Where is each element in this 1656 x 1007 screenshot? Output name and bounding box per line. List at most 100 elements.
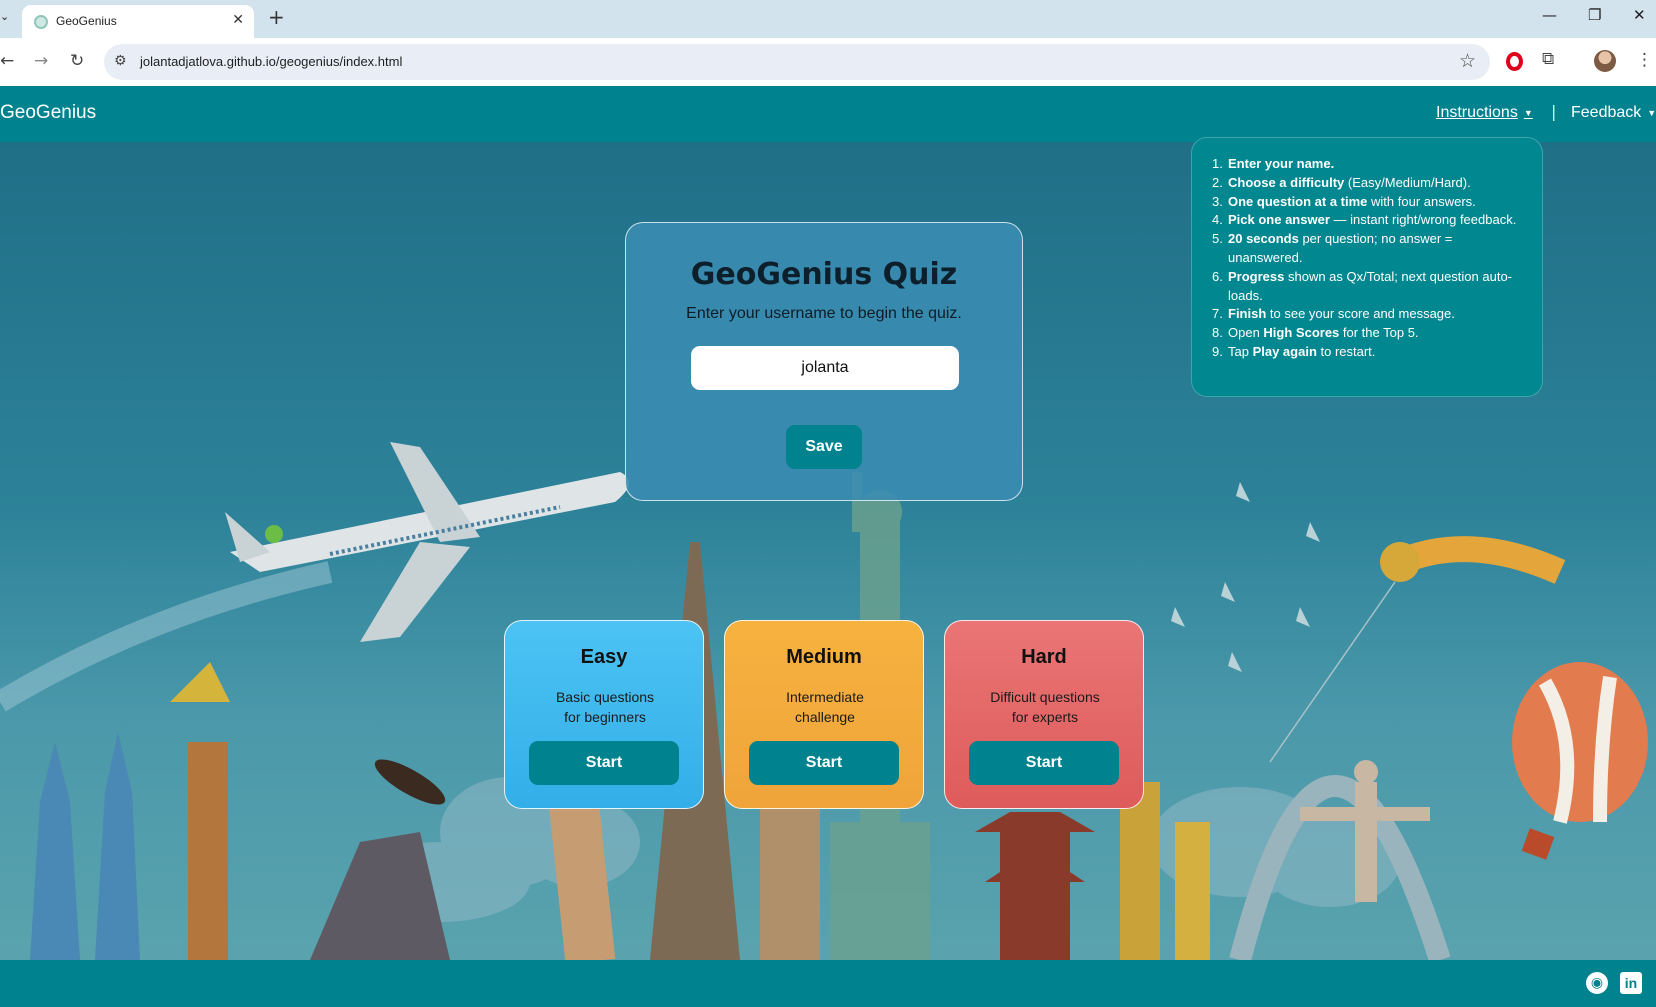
instruction-rest: with four answers. [1367, 193, 1476, 209]
instruction-rest: — instant right/wrong feedback. [1329, 212, 1517, 228]
minimize-icon[interactable]: — [1542, 6, 1557, 24]
instruction-text: Progress shown as Qx/Total; next questio… [1228, 268, 1522, 306]
instruction-bold: Progress [1228, 268, 1285, 284]
difficulty-description: Difficult questions for experts [965, 687, 1125, 727]
start-hard-button[interactable]: Start [969, 741, 1119, 785]
site-settings-icon[interactable]: ⚙ [114, 53, 127, 69]
instruction-bold: High Scores [1263, 325, 1340, 341]
globe-favicon-icon [34, 15, 48, 29]
instruction-text: 20 seconds per question; no answer = una… [1228, 230, 1522, 268]
instruction-item: 8. Open High Scores for the Top 5. [1212, 324, 1522, 343]
instruction-number: 1. [1212, 156, 1223, 171]
instruction-item: 5. 20 seconds per question; no answer = u… [1212, 230, 1522, 268]
instructions-dropdown[interactable]: Instructions ▼ [1436, 104, 1533, 122]
instructions-list: 1. Enter your name. 2. Choose a difficulty … [1212, 155, 1522, 362]
instruction-text: Pick one answer — instant right/wrong fe… [1228, 211, 1516, 230]
browser-menu-icon[interactable]: ⋮ [1636, 50, 1653, 70]
instruction-pre: Tap [1228, 343, 1253, 359]
browser-tab[interactable]: GeoGenius ✕ [22, 5, 254, 38]
restore-icon[interactable]: ❐ [1588, 6, 1601, 24]
opera-extension-icon[interactable] [1506, 52, 1523, 71]
tab-title: GeoGenius [56, 14, 117, 28]
username-input[interactable] [691, 346, 959, 390]
instruction-bold: Enter your name. [1228, 156, 1335, 171]
back-icon[interactable]: ← [0, 51, 14, 71]
instruction-text: Enter your name. [1228, 155, 1334, 174]
instruction-item: 9. Tap Play again to restart. [1212, 343, 1522, 362]
instruction-number: 2. [1212, 174, 1223, 190]
caret-down-icon: ▼ [1647, 107, 1656, 118]
instruction-number: 6. [1212, 268, 1223, 284]
eagle-illustration [374, 759, 446, 805]
github-icon[interactable]: ◉ [1586, 972, 1608, 994]
instruction-rest: to restart. [1316, 343, 1376, 359]
description-line: challenge [795, 709, 855, 725]
instruction-bold: Pick one answer [1228, 212, 1330, 228]
bookmark-star-icon[interactable]: ☆ [1459, 50, 1476, 72]
new-tab-icon[interactable]: + [268, 5, 285, 29]
hot-air-balloon-illustration [1512, 662, 1648, 860]
feedback-dropdown[interactable]: Feedback ▼ [1571, 104, 1656, 122]
url-text[interactable]: jolantadjatlova.github.io/geogenius/inde… [140, 54, 402, 69]
instruction-number: 8. [1212, 325, 1223, 341]
save-button[interactable]: Save [786, 425, 862, 469]
browser-tabstrip: ⌄ GeoGenius ✕ + — ❐ ✕ [0, 0, 1656, 38]
quiz-subtitle: Enter your username to begin the quiz. [686, 305, 962, 322]
start-easy-button[interactable]: Start [529, 741, 679, 785]
window-close-icon[interactable]: ✕ [1633, 6, 1646, 24]
petronas-towers-illustration [30, 732, 140, 960]
username-card: GeoGenius Quiz Enter your username to be… [625, 222, 1023, 501]
difficulty-title: Medium [786, 646, 862, 668]
forward-icon[interactable]: → [34, 51, 48, 71]
difficulty-title: Hard [1021, 646, 1067, 668]
instructions-label: Instructions [1436, 104, 1518, 121]
instruction-rest: to see your score and message. [1266, 306, 1455, 322]
instruction-bold: Play again [1252, 343, 1317, 359]
instruction-text: Finish to see your score and message. [1228, 305, 1455, 324]
brand-logo[interactable]: GeoGenius [0, 102, 96, 124]
instruction-item: 2. Choose a difficulty (Easy/Medium/Hard)… [1212, 174, 1522, 193]
description-line: for beginners [564, 709, 646, 725]
birds-illustration [1171, 482, 1320, 672]
site-navbar: GeoGenius Instructions ▼ | Feedback ▼ [0, 86, 1656, 142]
instruction-number: 7. [1212, 306, 1223, 322]
instruction-text: Tap Play again to restart. [1228, 343, 1375, 362]
nav-separator: | [1551, 102, 1557, 121]
close-tab-icon[interactable]: ✕ [232, 12, 244, 28]
instruction-number: 9. [1212, 343, 1223, 359]
start-medium-button[interactable]: Start [749, 741, 899, 785]
instruction-text: Choose a difficulty (Easy/Medium/Hard). [1228, 174, 1471, 193]
instruction-number: 5. [1212, 231, 1223, 247]
extensions-puzzle-icon[interactable]: ⧉ [1542, 49, 1554, 69]
profile-avatar[interactable] [1594, 50, 1616, 72]
instruction-pre: Open [1228, 325, 1264, 341]
description-line: Basic questions [555, 689, 655, 705]
difficulty-description: Intermediate challenge [745, 687, 905, 727]
difficulty-description: Basic questions for beginners [525, 687, 685, 727]
instruction-number: 3. [1212, 193, 1223, 209]
feedback-label: Feedback [1571, 104, 1642, 121]
reload-icon[interactable]: ↻ [70, 51, 84, 71]
victory-column-illustration [170, 662, 230, 960]
address-bar[interactable]: ⚙ jolantadjatlova.github.io/geogenius/in… [104, 44, 1490, 80]
instruction-item: 3. One question at a time with four answe… [1212, 193, 1522, 212]
instructions-dropdown-menu: 1. Enter your name. 2. Choose a difficulty … [1191, 137, 1543, 397]
description-line: for experts [1011, 709, 1079, 725]
instruction-rest: (Easy/Medium/Hard). [1344, 174, 1471, 190]
difficulty-card-hard: Hard Difficult questions for experts Star… [944, 620, 1144, 809]
tab-search-chevron-icon[interactable]: ⌄ [0, 10, 14, 28]
instruction-bold: Choose a difficulty [1228, 174, 1345, 190]
airplane-illustration [225, 442, 629, 642]
description-line: Intermediate [786, 689, 864, 705]
difficulty-title: Easy [580, 646, 628, 668]
linkedin-icon[interactable]: in [1620, 972, 1642, 994]
instruction-item: 6. Progress shown as Qx/Total; next quest… [1212, 268, 1522, 306]
caret-down-icon: ▼ [1523, 107, 1533, 118]
browser-toolbar: ← → ↻ ⚙ jolantadjatlova.github.io/geogen… [0, 38, 1656, 86]
pagoda-illustration [975, 812, 1095, 960]
instruction-text: Open High Scores for the Top 5. [1228, 324, 1419, 343]
difficulty-card-medium: Medium Intermediate challenge Start [724, 620, 924, 809]
instruction-rest: for the Top 5. [1339, 325, 1419, 341]
instruction-bold: 20 seconds [1228, 231, 1299, 247]
instruction-item: 7. Finish to see your score and message. [1212, 305, 1522, 324]
